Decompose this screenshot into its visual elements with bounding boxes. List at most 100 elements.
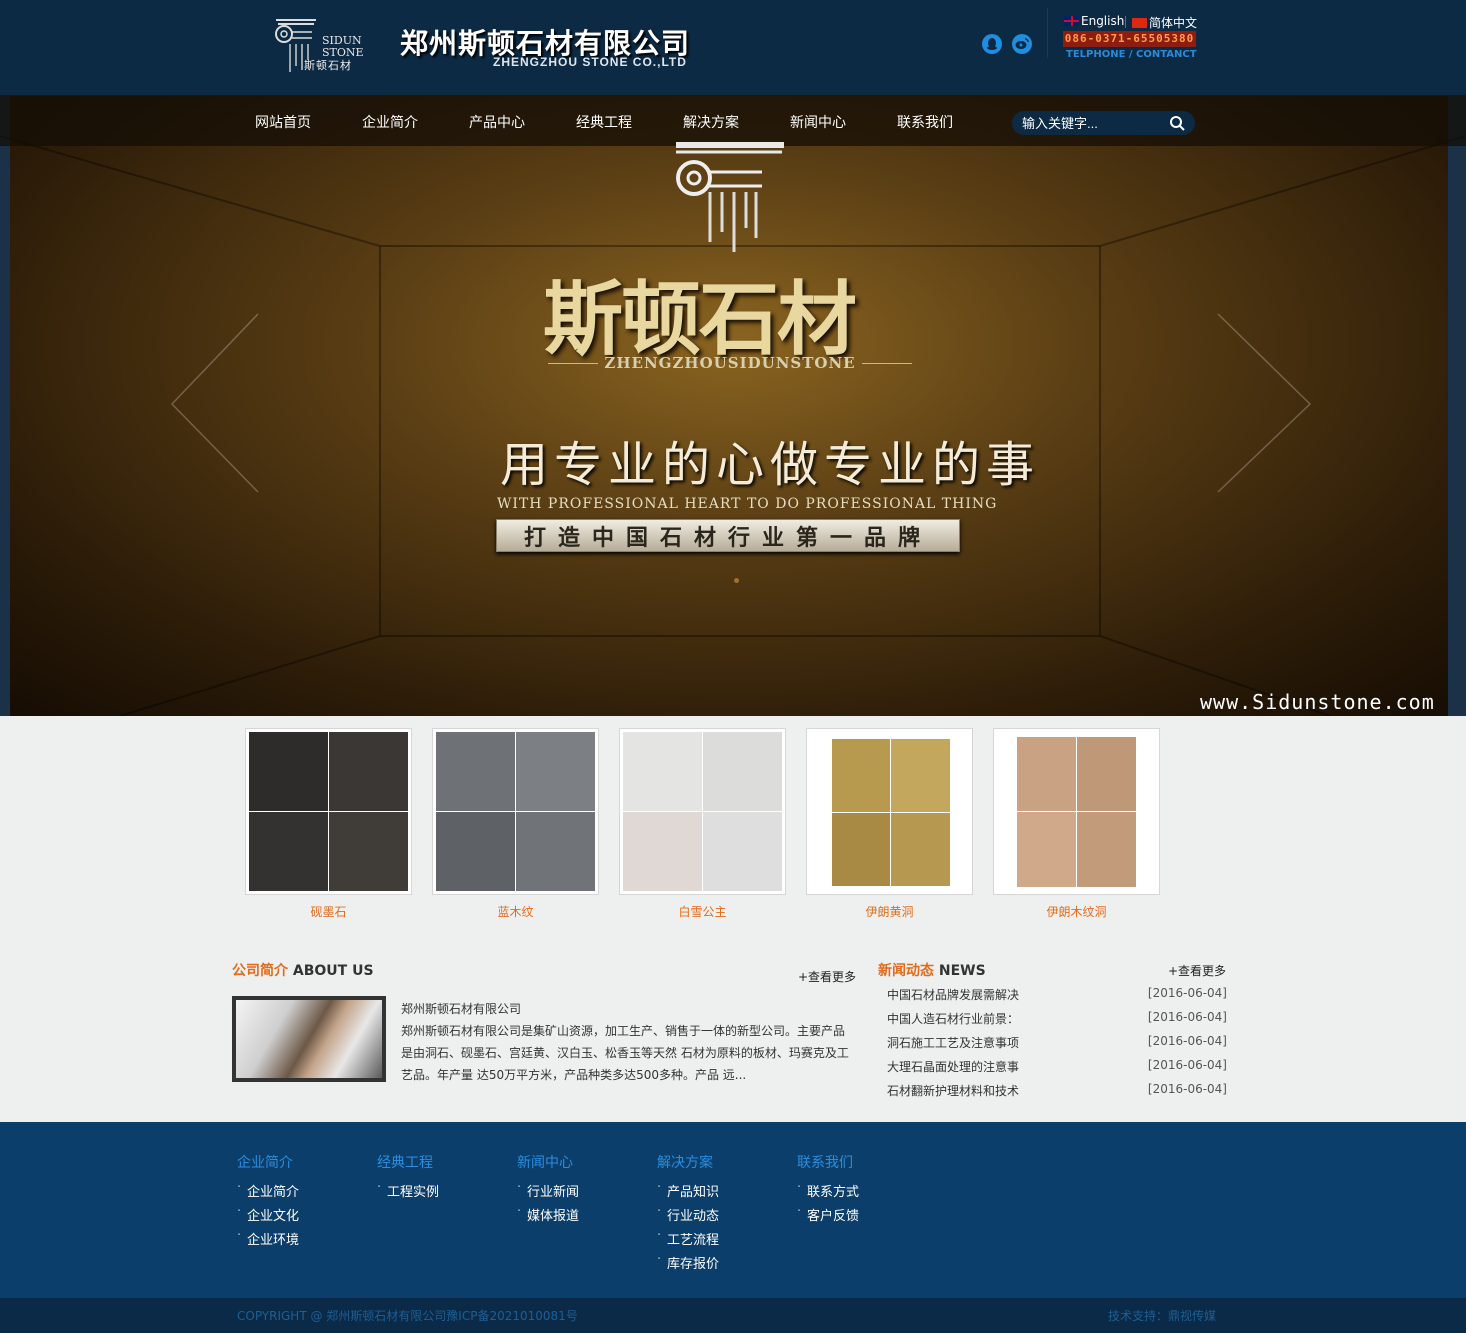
footer-link[interactable]: 联系方式 — [797, 1180, 859, 1205]
logo-text-cn: 斯顿石材 — [304, 59, 352, 72]
footer-column-about: 企业简介 企业简介 企业文化 企业环境 — [237, 1152, 299, 1253]
nav-contact[interactable]: 联系我们 — [897, 112, 953, 132]
product-card[interactable]: 白雪公主 — [619, 728, 786, 920]
header-divider — [1047, 8, 1048, 58]
product-card[interactable]: 蓝木纹 — [432, 728, 599, 920]
stone-tile-image — [623, 732, 782, 891]
footer-link[interactable]: 企业环境 — [237, 1228, 299, 1253]
news-item[interactable]: 中国人造石材行业前景： [2016-06-04] — [887, 1010, 1227, 1027]
news-item[interactable]: 中国石材品牌发展需解决 [2016-06-04] — [887, 986, 1227, 1003]
chevron-left-icon[interactable] — [170, 312, 260, 494]
nav-products[interactable]: 产品中心 — [469, 112, 525, 132]
footer-link[interactable]: 工艺流程 — [657, 1228, 719, 1253]
product-card[interactable]: 伊朗黄洞 — [806, 728, 973, 920]
search-icon[interactable] — [1169, 115, 1185, 131]
banner-subtitle-text: ZHENGZHOUSIDUNSTONE — [604, 354, 856, 372]
search-box — [1012, 111, 1195, 135]
nav-news[interactable]: 新闻中心 — [790, 112, 846, 132]
about-description: 郑州斯顿石材有限公司是集矿山资源，加工生产、销售于一体的新型公司。主要产品是由洞… — [401, 1024, 849, 1082]
banner-slogan-plate: 打造中国石材行业第一品牌 — [496, 519, 960, 552]
news-more-link[interactable]: +查看更多 — [1168, 962, 1226, 979]
nav-about[interactable]: 企业简介 — [362, 112, 418, 132]
tech-support-link[interactable]: 技术支持：鼎视传媒 — [1108, 1307, 1216, 1324]
footer-link[interactable]: 媒体报道 — [517, 1204, 579, 1229]
handshake-photo — [236, 1000, 382, 1078]
news-title[interactable]: 石材翻新护理材料和技术 — [887, 1084, 1019, 1098]
about-more-link[interactable]: +查看更多 — [798, 968, 856, 985]
product-name[interactable]: 蓝木纹 — [432, 903, 599, 920]
weibo-icon[interactable] — [1012, 34, 1032, 54]
footer-link[interactable]: 企业文化 — [237, 1204, 299, 1229]
lang-english-label: English — [1081, 14, 1125, 28]
slide-indicator-dot[interactable] — [734, 578, 739, 583]
contact-label: TELPHONE / CONTANCT — [1066, 49, 1197, 60]
product-image[interactable] — [806, 728, 973, 895]
divider-line — [861, 362, 913, 364]
product-image[interactable] — [432, 728, 599, 895]
news-title[interactable]: 大理石晶面处理的注意事 — [887, 1060, 1019, 1074]
product-name[interactable]: 砚墨石 — [245, 903, 412, 920]
banner-watermark: www.Sidunstone.com — [1200, 690, 1435, 714]
footer-column-news: 新闻中心 行业新闻 媒体报道 — [517, 1152, 579, 1229]
lang-divider — [1125, 16, 1126, 28]
banner-slogan: 用专业的心做专业的事 — [500, 437, 1041, 493]
nav-projects[interactable]: 经典工程 — [576, 112, 632, 132]
search-input[interactable] — [1022, 115, 1162, 131]
footer-column-title[interactable]: 解决方案 — [657, 1152, 719, 1172]
divider-line — [548, 362, 599, 364]
footer-link[interactable]: 库存报价 — [657, 1252, 719, 1277]
news-title-en: NEWS — [938, 963, 986, 979]
banner-slogan-en: WITH PROFESSIONAL HEART TO DO PROFESSION… — [497, 496, 998, 512]
footer-column-projects: 经典工程 工程实例 — [377, 1152, 439, 1205]
china-flag-icon — [1132, 17, 1147, 28]
uk-flag-icon — [1064, 16, 1079, 26]
footer-link[interactable]: 行业新闻 — [517, 1180, 579, 1205]
news-title[interactable]: 洞石施工工艺及注意事项 — [887, 1036, 1019, 1050]
product-card[interactable]: 伊朗木纹洞 — [993, 728, 1160, 920]
product-image[interactable] — [993, 728, 1160, 895]
news-date: [2016-06-04] — [1147, 986, 1227, 1000]
company-name-en: ZHENGZHOU STONE CO.,LTD — [493, 55, 687, 69]
product-name[interactable]: 白雪公主 — [619, 903, 786, 920]
news-date: [2016-06-04] — [1147, 1010, 1227, 1024]
news-title-cn: 新闻动态 — [878, 963, 934, 979]
news-title[interactable]: 中国石材品牌发展需解决 — [887, 988, 1019, 1002]
news-title[interactable]: 中国人造石材行业前景： — [887, 1012, 1019, 1026]
ionic-capital-icon — [676, 142, 784, 252]
stone-tile-image — [1017, 737, 1136, 887]
site-header: SIDUN STONE 斯顿石材 郑州斯顿石材有限公司 ZHENGZHOU ST… — [0, 0, 1466, 96]
qq-icon[interactable] — [982, 34, 1002, 54]
product-name[interactable]: 伊朗黄洞 — [806, 903, 973, 920]
news-date: [2016-06-04] — [1147, 1058, 1227, 1072]
news-date: [2016-06-04] — [1147, 1082, 1227, 1096]
nav-home[interactable]: 网站首页 — [255, 112, 311, 132]
banner-subtitle-en: ZHENGZHOUSIDUNSTONE — [548, 354, 913, 372]
product-image[interactable] — [245, 728, 412, 895]
footer-column-title[interactable]: 联系我们 — [797, 1152, 859, 1172]
lang-english-link[interactable]: English — [1064, 14, 1124, 28]
footer-column-title[interactable]: 企业简介 — [237, 1152, 299, 1172]
copyright-bar — [0, 1298, 1466, 1333]
site-footer — [0, 1122, 1466, 1298]
product-name[interactable]: 伊朗木纹洞 — [993, 903, 1160, 920]
footer-link[interactable]: 工程实例 — [377, 1180, 439, 1205]
footer-link[interactable]: 产品知识 — [657, 1180, 719, 1205]
nav-solutions[interactable]: 解决方案 — [683, 112, 739, 132]
footer-column-title[interactable]: 新闻中心 — [517, 1152, 579, 1172]
footer-link[interactable]: 客户反馈 — [797, 1204, 859, 1229]
product-card[interactable]: 砚墨石 — [245, 728, 412, 920]
news-item[interactable]: 洞石施工工艺及注意事项 [2016-06-04] — [887, 1034, 1227, 1051]
about-company-name: 郑州斯顿石材有限公司 — [401, 1002, 522, 1016]
news-date: [2016-06-04] — [1147, 1034, 1227, 1048]
news-item[interactable]: 大理石晶面处理的注意事 [2016-06-04] — [887, 1058, 1227, 1075]
about-image[interactable] — [232, 996, 386, 1082]
footer-column-title[interactable]: 经典工程 — [377, 1152, 439, 1172]
news-item[interactable]: 石材翻新护理材料和技术 [2016-06-04] — [887, 1082, 1227, 1099]
site-logo[interactable]: SIDUN STONE 斯顿石材 — [272, 14, 372, 76]
footer-link[interactable]: 企业简介 — [237, 1180, 299, 1205]
about-title-en: ABOUT US — [292, 963, 374, 979]
lang-chinese-link[interactable]: 简体中文 — [1132, 14, 1197, 31]
product-image[interactable] — [619, 728, 786, 895]
chevron-right-icon[interactable] — [1216, 312, 1312, 494]
footer-link[interactable]: 行业动态 — [657, 1204, 719, 1229]
